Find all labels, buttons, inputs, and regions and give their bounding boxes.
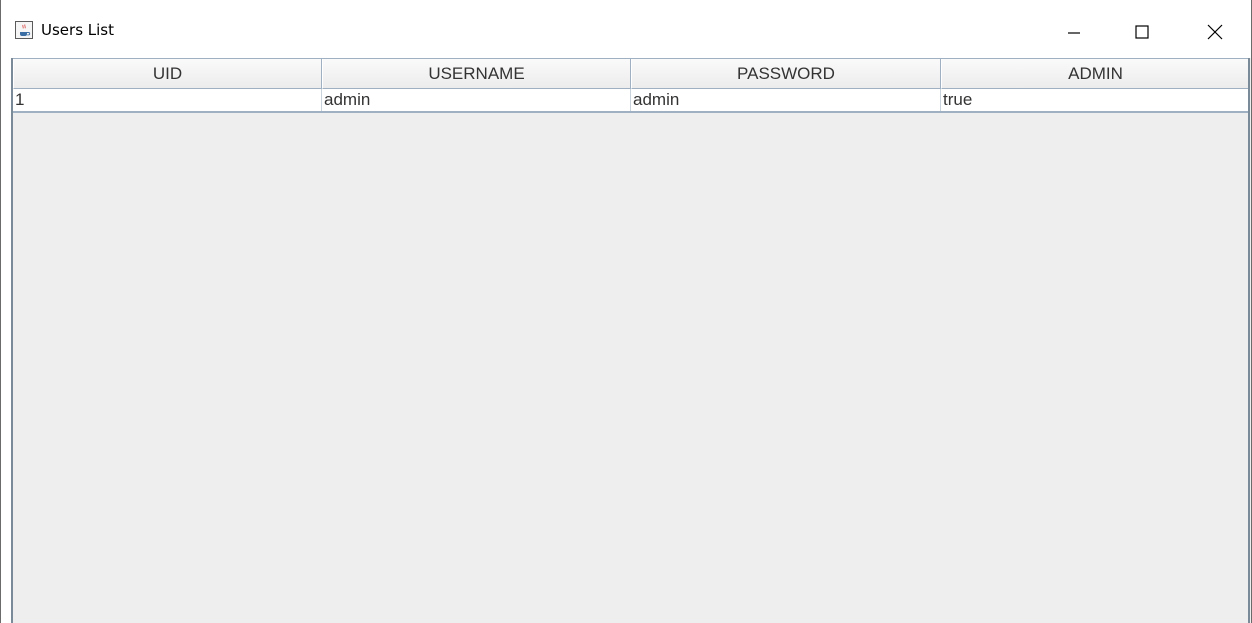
cell-uid[interactable]: 1 [13,89,322,111]
table-scroll-area[interactable]: UID USERNAME PASSWORD ADMIN 1 admin admi… [11,58,1251,623]
cell-admin[interactable]: true [941,89,1250,111]
close-icon [1207,24,1223,40]
table-row[interactable]: 1 admin admin true [13,89,1250,113]
minimize-icon [1068,32,1080,34]
maximize-button[interactable] [1119,12,1165,52]
cell-password[interactable]: admin [631,89,941,111]
title-bar[interactable]: Users List [1,0,1251,58]
column-header-uid[interactable]: UID [13,59,322,89]
close-button[interactable] [1192,12,1238,52]
column-header-username[interactable]: USERNAME [322,59,631,89]
window-title: Users List [41,21,114,39]
users-table: UID USERNAME PASSWORD ADMIN 1 admin admi… [13,58,1250,113]
window-right-border [1248,58,1250,623]
column-header-admin[interactable]: ADMIN [941,59,1250,89]
java-cup-icon [15,21,33,39]
cell-username[interactable]: admin [322,89,631,111]
table-header: UID USERNAME PASSWORD ADMIN [13,58,1250,89]
minimize-button[interactable] [1051,12,1097,52]
column-header-password[interactable]: PASSWORD [631,59,941,89]
users-list-window: Users List UID USERNAME PASSWORD ADMIN 1… [0,0,1252,623]
maximize-icon [1135,25,1149,39]
